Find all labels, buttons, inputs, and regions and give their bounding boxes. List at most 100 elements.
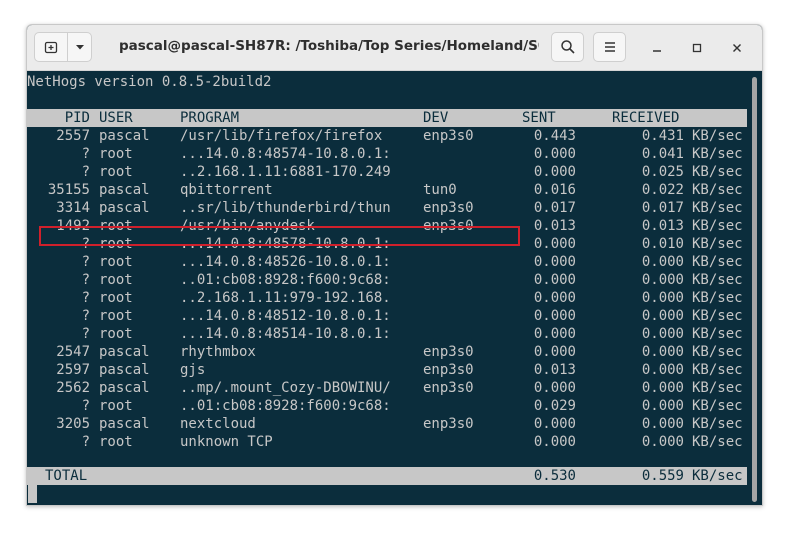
- table-row: ? root ...14.0.8:48514-10.8.0.1: 0.000 0.000…: [27, 325, 747, 343]
- cell-program: rhythmbox: [180, 344, 256, 360]
- cell-pid: 3314: [56, 200, 90, 216]
- table-row: 3314 pascal ..sr/lib/thunderbird/thun enp3s…: [27, 199, 747, 217]
- cell-program: ...14.0.8:48574-10.8.0.1:: [180, 146, 391, 162]
- cell-unit: KB/sec: [692, 146, 743, 162]
- cell-received: 0.000: [641, 362, 684, 378]
- cell-pid: 2597: [56, 362, 90, 378]
- header-dev: DEV: [423, 110, 449, 126]
- cell-pid: ?: [81, 398, 90, 414]
- window-title: pascal@pascal-SH87R: /Toshiba/Top Series…: [119, 38, 539, 54]
- cell-pid: ?: [81, 326, 90, 342]
- table-row: ? root ...14.0.8:48574-10.8.0.1: 0.000 0.041…: [27, 145, 747, 163]
- cell-user: pascal: [99, 416, 150, 432]
- cell-program: ...14.0.8:48512-10.8.0.1:: [180, 308, 391, 324]
- cell-pid: ?: [81, 164, 90, 180]
- cell-pid: 2547: [56, 344, 90, 360]
- cell-unit: KB/sec: [692, 362, 743, 378]
- cell-sent: 0.000: [533, 164, 576, 180]
- cell-user: root: [99, 254, 133, 270]
- table-row: 2557 pascal/usr/lib/firefox/firefox enp3s0…: [27, 127, 747, 145]
- cell-sent: 0.000: [533, 146, 576, 162]
- cell-sent: 0.013: [533, 218, 576, 234]
- table-row: 2597 pascal gjs enp3s0 0.013 0.000 KB/sec: [27, 361, 747, 379]
- cell-received: 0.000: [641, 344, 684, 360]
- cell-user: pascal: [99, 344, 150, 360]
- header-user: USER: [99, 110, 133, 126]
- table-row: ? root ...14.0.8:48526-10.8.0.1: 0.000 0.000…: [27, 253, 747, 271]
- cell-received: 0.000: [641, 434, 684, 450]
- scrollbar-thumb[interactable]: [752, 77, 757, 502]
- cell-received: 0.000: [641, 308, 684, 324]
- minimize-button[interactable]: [647, 38, 667, 58]
- cell-sent: 0.000: [533, 434, 576, 450]
- cell-program: /usr/lib/firefox/firefox: [180, 128, 383, 144]
- tab-dropdown-button[interactable]: [68, 33, 91, 61]
- maximize-icon: [692, 43, 702, 53]
- cell-user: root: [99, 290, 133, 306]
- cell-unit: KB/sec: [692, 128, 743, 144]
- cell-sent: 0.029: [533, 398, 576, 414]
- cell-unit: KB/sec: [692, 344, 743, 360]
- highlight-box-qbittorrent: [39, 226, 520, 246]
- cell-user: pascal: [99, 362, 150, 378]
- cell-program: ...14.0.8:48514-10.8.0.1:: [180, 326, 391, 342]
- terminal-window: pascal@pascal-SH87R: /Toshiba/Top Series…: [26, 24, 763, 506]
- table-row: ? root ..2.168.1.11:979-192.168. 0.000 0.000…: [27, 289, 747, 307]
- maximize-button[interactable]: [687, 38, 707, 58]
- cell-sent: 0.000: [533, 254, 576, 270]
- cell-user: root: [99, 434, 133, 450]
- column-header-bar: PID USER PROGRAM DEV SENT RECEIVED: [27, 109, 747, 127]
- cell-pid: ?: [81, 434, 90, 450]
- cell-received: 0.000: [641, 254, 684, 270]
- cell-unit: KB/sec: [692, 200, 743, 216]
- cell-unit: KB/sec: [692, 182, 743, 198]
- cell-received: 0.000: [641, 380, 684, 396]
- table-row: ? root ..01:cb08:8928:f600:9c68: 0.000 0.000…: [27, 271, 747, 289]
- cell-sent: 0.000: [533, 344, 576, 360]
- cell-received: 0.022: [641, 182, 684, 198]
- cell-sent: 0.000: [533, 326, 576, 342]
- cell-unit: KB/sec: [692, 326, 743, 342]
- cell-received: 0.431: [641, 128, 684, 144]
- cell-received: 0.017: [641, 200, 684, 216]
- menu-button[interactable]: [593, 32, 626, 62]
- cell-program: ..2.168.1.11:979-192.168.: [180, 290, 391, 306]
- table-row: 3205 pascal nextcloud enp3s0 0.000 0.000 KB/se…: [27, 415, 747, 433]
- cell-program: ..2.168.1.11:6881-170.249: [180, 164, 391, 180]
- cell-pid: ?: [81, 272, 90, 288]
- search-icon: [560, 40, 575, 54]
- cell-received: 0.000: [641, 326, 684, 342]
- total-unit: KB/sec: [692, 468, 743, 484]
- cell-unit: KB/sec: [692, 290, 743, 306]
- cell-user: pascal: [99, 380, 150, 396]
- cell-dev: enp3s0: [423, 128, 474, 144]
- cell-pid: ?: [81, 290, 90, 306]
- header-received: RECEIVED: [612, 110, 680, 126]
- cell-sent: 0.016: [533, 182, 576, 198]
- cell-user: pascal: [99, 200, 150, 216]
- header-pid: PID: [64, 110, 90, 126]
- close-button[interactable]: [727, 38, 747, 58]
- terminal-area[interactable]: NetHogs version 0.8.5-2build2 PID USER P…: [27, 71, 747, 505]
- cell-program: ...14.0.8:48526-10.8.0.1:: [180, 254, 391, 270]
- cell-pid: 35155: [47, 182, 90, 198]
- cell-unit: KB/sec: [692, 416, 743, 432]
- terminal-scrollbar[interactable]: [747, 71, 762, 505]
- cell-received: 0.000: [641, 416, 684, 432]
- cell-user: root: [99, 308, 133, 324]
- cell-sent: 0.000: [533, 308, 576, 324]
- cell-received: 0.000: [641, 290, 684, 306]
- cell-sent: 0.013: [533, 362, 576, 378]
- header-program: PROGRAM: [180, 110, 240, 126]
- cell-sent: 0.443: [533, 128, 576, 144]
- cell-program: ..sr/lib/thunderbird/thun: [180, 200, 391, 216]
- cell-program: ..01:cb08:8928:f600:9c68:: [180, 398, 391, 414]
- cell-program: qbittorrent: [180, 182, 273, 198]
- close-icon: [733, 44, 741, 52]
- cell-user: root: [99, 398, 133, 414]
- cell-dev: enp3s0: [423, 380, 474, 396]
- new-tab-button[interactable]: [35, 33, 68, 61]
- search-button[interactable]: [551, 32, 584, 62]
- new-tab-button-group: [34, 32, 92, 62]
- cell-sent: 0.000: [533, 290, 576, 306]
